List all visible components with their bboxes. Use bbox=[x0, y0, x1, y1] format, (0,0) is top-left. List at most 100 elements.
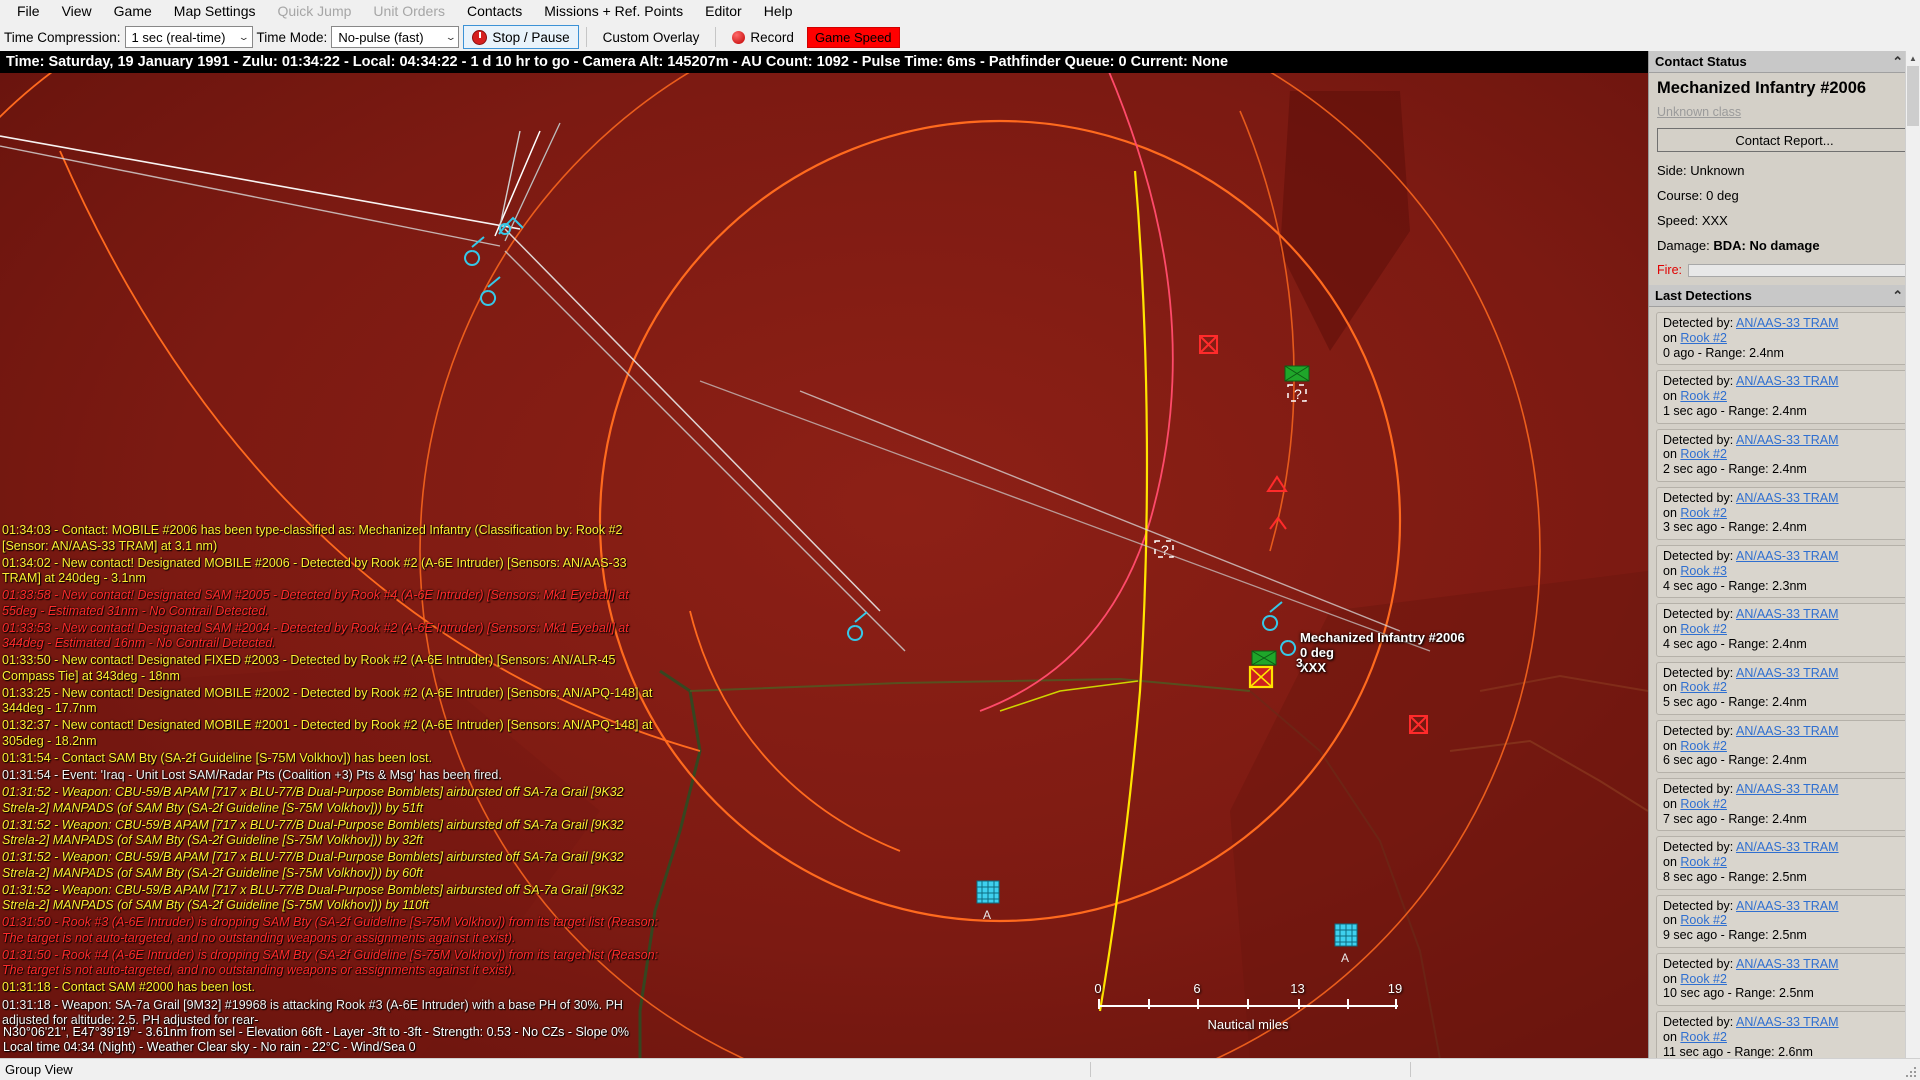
time-compression-select[interactable]: 1 sec (real-time) ⌄ bbox=[124, 26, 253, 48]
detection-time-range: 3 sec ago - Range: 2.4nm bbox=[1663, 520, 1807, 535]
detection-unit-link[interactable]: Rook #2 bbox=[1680, 797, 1727, 811]
toolbar-divider bbox=[585, 27, 587, 47]
detection-sensor-link[interactable]: AN/AAS-33 TRAM bbox=[1736, 374, 1839, 388]
detection-item[interactable]: Detected by: AN/AAS-33 TRAM on Rook #2 8… bbox=[1656, 836, 1913, 890]
last-detections-header[interactable]: Last Detections ⌃⌃ bbox=[1649, 285, 1920, 307]
detection-prefix: Detected by: bbox=[1663, 549, 1734, 563]
detection-item[interactable]: Detected by: AN/AAS-33 TRAM on Rook #3 4… bbox=[1656, 545, 1913, 599]
time-mode-select[interactable]: No-pulse (fast) ⌄ bbox=[331, 26, 460, 48]
detection-time-range: 4 sec ago - Range: 2.3nm bbox=[1663, 578, 1807, 593]
resize-grip-icon[interactable] bbox=[1904, 1065, 1918, 1079]
log-message: 01:31:18 - Weapon: SA-7a Grail [9M32] #1… bbox=[2, 997, 623, 1027]
status-bar: Group View bbox=[0, 1058, 1920, 1080]
detection-sensor-link[interactable]: AN/AAS-33 TRAM bbox=[1736, 491, 1839, 505]
menu-item-contacts[interactable]: Contacts bbox=[456, 0, 533, 22]
cursor-position-line: N30°06'21", E47°39'19" - 3.61nm from sel… bbox=[3, 1024, 630, 1039]
detection-item[interactable]: Detected by: AN/AAS-33 TRAM on Rook #2 1… bbox=[1656, 1011, 1913, 1058]
detection-unit-link[interactable]: Rook #2 bbox=[1680, 389, 1727, 403]
detection-item[interactable]: Detected by: AN/AAS-33 TRAM on Rook #2 1… bbox=[1656, 952, 1913, 1006]
menu-item-help[interactable]: Help bbox=[753, 0, 804, 22]
detection-sensor-link[interactable]: AN/AAS-33 TRAM bbox=[1736, 957, 1839, 971]
detection-unit-link[interactable]: Rook #2 bbox=[1680, 331, 1727, 345]
contact-report-button[interactable]: Contact Report... bbox=[1657, 128, 1912, 152]
menu-item-view[interactable]: View bbox=[51, 0, 103, 22]
menu-item-missions-ref-points[interactable]: Missions + Ref. Points bbox=[533, 0, 694, 22]
svg-text:?: ? bbox=[1161, 542, 1169, 558]
detection-time-range: 8 sec ago - Range: 2.5nm bbox=[1663, 869, 1807, 884]
detection-sensor-link[interactable]: AN/AAS-33 TRAM bbox=[1736, 840, 1839, 854]
detection-item[interactable]: Detected by: AN/AAS-33 TRAM on Rook #2 0… bbox=[1656, 312, 1913, 366]
detection-item[interactable]: Detected by: AN/AAS-33 TRAM on Rook #2 2… bbox=[1656, 428, 1913, 482]
detection-prefix: Detected by: bbox=[1663, 956, 1734, 971]
contact-status-header[interactable]: Contact Status ⌃⌃ bbox=[1649, 51, 1920, 73]
detection-on-word: on bbox=[1663, 563, 1677, 578]
side-value: Unknown bbox=[1690, 163, 1745, 178]
detection-sensor-link[interactable]: AN/AAS-33 TRAM bbox=[1736, 782, 1839, 796]
scale-tick bbox=[1297, 999, 1300, 1009]
menu-item-map-settings[interactable]: Map Settings bbox=[163, 0, 267, 22]
detection-item[interactable]: Detected by: AN/AAS-33 TRAM on Rook #2 9… bbox=[1656, 894, 1913, 948]
detection-sensor-link[interactable]: AN/AAS-33 TRAM bbox=[1736, 1015, 1839, 1029]
stop-pause-button[interactable]: Stop / Pause bbox=[463, 25, 579, 49]
detection-unit-link[interactable]: Rook #2 bbox=[1680, 1030, 1727, 1044]
detection-sensor-link[interactable]: AN/AAS-33 TRAM bbox=[1736, 724, 1839, 738]
contact-class-link[interactable]: Unknown class bbox=[1657, 105, 1912, 119]
menu-item-game[interactable]: Game bbox=[103, 0, 163, 22]
detection-unit-link[interactable]: Rook #2 bbox=[1680, 972, 1727, 986]
detection-prefix: Detected by: bbox=[1663, 607, 1734, 622]
map-view[interactable]: ? ? A A Time: Saturday, 19 January 1991 … bbox=[0, 51, 1648, 1058]
detection-sensor-link[interactable]: AN/AAS-33 TRAM bbox=[1736, 666, 1839, 680]
detection-item[interactable]: Detected by: AN/AAS-33 TRAM on Rook #2 4… bbox=[1656, 603, 1913, 657]
detection-sensor-link[interactable]: AN/AAS-33 TRAM bbox=[1736, 549, 1839, 563]
scale-tick bbox=[1247, 999, 1250, 1009]
game-speed-indicator[interactable]: Game Speed bbox=[806, 26, 900, 48]
last-detections-list[interactable]: Detected by: AN/AAS-33 TRAM on Rook #2 0… bbox=[1649, 307, 1920, 1058]
detection-item[interactable]: Detected by: AN/AAS-33 TRAM on Rook #2 7… bbox=[1656, 778, 1913, 832]
scale-tick bbox=[1197, 999, 1199, 1009]
speed-value: XXX bbox=[1701, 213, 1728, 228]
course-label: Course: bbox=[1657, 188, 1703, 203]
contact-status-body: Mechanized Infantry #2006 Unknown class … bbox=[1649, 73, 1920, 285]
scroll-up-arrow-icon[interactable]: ▲ bbox=[1906, 51, 1920, 66]
detection-time-range: 4 sec ago - Range: 2.4nm bbox=[1663, 636, 1807, 651]
detection-on-word: on bbox=[1663, 447, 1677, 462]
log-message: 01:34:02 - New contact! Designated MOBIL… bbox=[2, 555, 627, 585]
log-message: 01:33:58 - New contact! Designated SAM #… bbox=[2, 588, 629, 618]
detection-sensor-link[interactable]: AN/AAS-33 TRAM bbox=[1736, 607, 1839, 621]
detection-item[interactable]: Detected by: AN/AAS-33 TRAM on Rook #2 5… bbox=[1656, 661, 1913, 715]
record-button[interactable]: Record bbox=[723, 25, 803, 49]
detection-item[interactable]: Detected by: AN/AAS-33 TRAM on Rook #2 6… bbox=[1656, 719, 1913, 773]
log-message: 01:33:50 - New contact! Designated FIXED… bbox=[2, 653, 616, 683]
detection-unit-link[interactable]: Rook #2 bbox=[1680, 680, 1727, 694]
stop-icon bbox=[472, 29, 488, 45]
detection-time-range: 7 sec ago - Range: 2.4nm bbox=[1663, 811, 1807, 826]
menu-item-editor[interactable]: Editor bbox=[694, 0, 753, 22]
detection-item[interactable]: Detected by: AN/AAS-33 TRAM on Rook #2 3… bbox=[1656, 486, 1913, 540]
detection-time-range: 0 ago - Range: 2.4nm bbox=[1663, 345, 1784, 360]
detection-sensor-link[interactable]: AN/AAS-33 TRAM bbox=[1736, 433, 1839, 447]
log-message: 01:34:03 - Contact: MOBILE #2006 has bee… bbox=[2, 523, 623, 553]
log-message: 01:31:50 - Rook #4 (A-6E Intruder) is dr… bbox=[2, 947, 659, 977]
detection-unit-link[interactable]: Rook #2 bbox=[1680, 855, 1727, 869]
last-detections-title: Last Detections bbox=[1655, 288, 1752, 303]
right-side-panel: Contact Status ⌃⌃ Mechanized Infantry #2… bbox=[1648, 51, 1920, 1058]
menu-item-file[interactable]: File bbox=[6, 0, 51, 22]
main-area: ? ? A A Time: Saturday, 19 January 1991 … bbox=[0, 51, 1920, 1058]
panel-scrollbar[interactable]: ▲ bbox=[1905, 51, 1920, 1058]
callout-speed: XXX bbox=[1300, 659, 1327, 675]
detection-unit-link[interactable]: Rook #2 bbox=[1680, 506, 1727, 520]
detection-unit-link[interactable]: Rook #2 bbox=[1680, 447, 1727, 461]
detection-prefix: Detected by: bbox=[1663, 782, 1734, 796]
detection-sensor-link[interactable]: AN/AAS-33 TRAM bbox=[1736, 899, 1839, 913]
log-message: 01:31:52 - Weapon: CBU-59/B APAM [717 x … bbox=[2, 882, 624, 912]
detection-item[interactable]: Detected by: AN/AAS-33 TRAM on Rook #2 1… bbox=[1656, 370, 1913, 424]
detection-sensor-link[interactable]: AN/AAS-33 TRAM bbox=[1736, 316, 1839, 330]
custom-overlay-button[interactable]: Custom Overlay bbox=[593, 25, 709, 49]
detection-unit-link[interactable]: Rook #2 bbox=[1680, 622, 1727, 636]
detection-unit-link[interactable]: Rook #2 bbox=[1680, 739, 1727, 753]
message-log[interactable]: 01:34:03 - Contact: MOBILE #2006 has bee… bbox=[2, 523, 662, 1030]
scrollbar-thumb[interactable] bbox=[1907, 66, 1919, 126]
weather-line: Local time 04:34 (Night) - Weather Clear… bbox=[3, 1040, 416, 1055]
detection-unit-link[interactable]: Rook #3 bbox=[1680, 564, 1727, 578]
detection-unit-link[interactable]: Rook #2 bbox=[1680, 913, 1727, 927]
